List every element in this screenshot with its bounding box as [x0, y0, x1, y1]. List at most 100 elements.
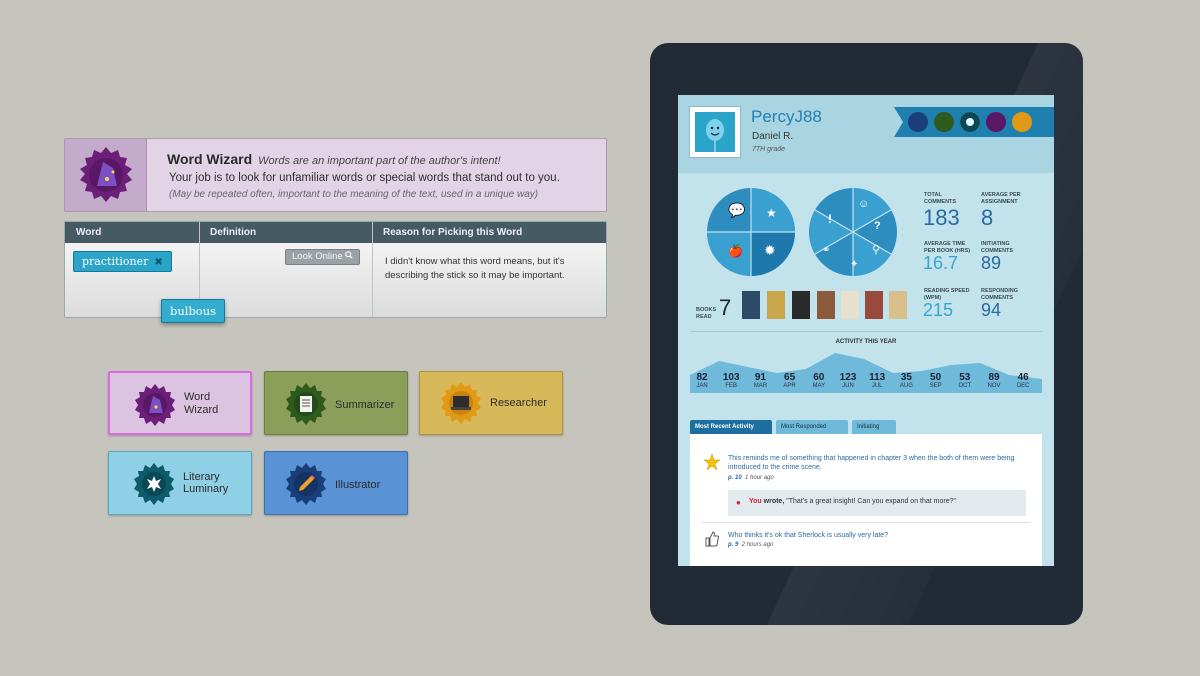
- word-wizard-card: Word Wizard Words are an important part o…: [64, 138, 607, 212]
- role-button-researcher[interactable]: Researcher: [419, 371, 563, 435]
- feed-comment-text[interactable]: This reminds me of something that happen…: [728, 454, 1018, 472]
- word-wizard-title: Word Wizard: [167, 151, 253, 167]
- document-icon[interactable]: [934, 112, 954, 132]
- avg-per-assignment-value: 8: [981, 205, 994, 230]
- laptop-icon: [441, 382, 481, 424]
- tab-initiating[interactable]: Initiating: [852, 420, 896, 434]
- look-online-label: Look Online: [292, 251, 343, 262]
- document-icon: [286, 383, 326, 425]
- word-wizard-note: (May be repeated often, important to the…: [169, 189, 539, 200]
- feed-divider: [702, 522, 1030, 523]
- section-divider: [690, 331, 1042, 332]
- book-cover[interactable]: [865, 291, 883, 319]
- reading-speed-value: 215: [923, 300, 954, 320]
- total-comments-label: TOTAL COMMENTS: [924, 192, 957, 205]
- reply-box: ● You wrote, "That's a great insight! Ca…: [728, 490, 1026, 516]
- feed-page-ref[interactable]: p. 9: [728, 542, 738, 548]
- word-chip-label: practitioner: [82, 255, 149, 268]
- student-name: Daniel R.: [752, 131, 794, 142]
- month-label: FEB: [725, 383, 738, 389]
- look-online-button[interactable]: Look Online: [285, 249, 361, 265]
- month-value: 89: [988, 372, 1000, 383]
- book-cover[interactable]: [792, 291, 810, 319]
- month-value: 53: [959, 372, 971, 383]
- svg-text:☺: ☺: [858, 198, 869, 210]
- month-label: MAY: [812, 383, 826, 389]
- book-cover[interactable]: [767, 291, 785, 319]
- avg-per-assignment-label: AVERAGE PER ASSIGNMENT: [981, 192, 1021, 205]
- word-chip-practitioner[interactable]: practitioner ✖: [73, 251, 172, 272]
- month-label: DEC: [1016, 383, 1030, 389]
- activity-title: ACTIVITY THIS YEAR: [835, 339, 897, 345]
- month-value: 65: [784, 372, 796, 383]
- activity-month: 65 APR: [777, 372, 803, 389]
- role-button-literary-luminary[interactable]: Literary Luminary: [108, 451, 252, 515]
- word-table-header: [65, 222, 606, 243]
- pencil-icon: [286, 463, 326, 505]
- word-wizard-badge-box: [65, 139, 147, 211]
- month-value: 82: [696, 372, 708, 383]
- activity-month: 53 OCT: [952, 372, 978, 389]
- book-cover[interactable]: [841, 291, 859, 319]
- word-wizard-subtitle: Words are an important part of the autho…: [258, 155, 501, 167]
- badge-ribbon: [894, 107, 1054, 137]
- total-comments-value: 183: [923, 205, 960, 230]
- comment-type-pie-chart: ☺ ? ⚲ ✦ ⚭ !: [809, 188, 897, 276]
- feed-page-ref[interactable]: p. 10: [728, 475, 742, 481]
- wizard-hat-icon: [135, 384, 175, 426]
- remove-icon[interactable]: ✖: [154, 257, 162, 268]
- pencil-icon[interactable]: [908, 112, 928, 132]
- reply-author: You: [749, 498, 762, 505]
- role-label-line1: Word: [184, 391, 211, 403]
- tab-most-recent-activity[interactable]: Most Recent Activity: [690, 420, 772, 434]
- activity-month: 60 MAY: [806, 372, 832, 389]
- activity-month: 103 FEB: [718, 372, 744, 389]
- avatar[interactable]: [689, 106, 741, 158]
- starburst-icon[interactable]: [960, 112, 980, 132]
- apple-icon: ●: [736, 498, 741, 507]
- month-value: 35: [900, 372, 912, 383]
- books-read-value: 7: [719, 295, 732, 320]
- avg-time-value: 16.7: [923, 253, 959, 273]
- svg-text:!: !: [828, 212, 832, 226]
- activity-feed: This reminds me of something that happen…: [690, 434, 1042, 566]
- laptop-icon[interactable]: [1012, 112, 1032, 132]
- svg-text:✹: ✹: [764, 243, 776, 259]
- reason-text[interactable]: I didn't know what this word means, but …: [385, 255, 595, 283]
- book-cover[interactable]: [817, 291, 835, 319]
- wizard-hat-icon[interactable]: [986, 112, 1006, 132]
- month-label: APR: [783, 383, 796, 389]
- responding-value: 94: [981, 300, 1002, 320]
- activity-month: 113 JUL: [864, 372, 890, 389]
- tab-most-responded[interactable]: Most Responded: [776, 420, 848, 434]
- activity-month: 123 JUN: [835, 372, 861, 389]
- month-value: 113: [869, 372, 886, 383]
- month-label: SEP: [929, 383, 942, 389]
- role-button-word-wizard[interactable]: Word Wizard: [108, 371, 252, 435]
- role-pie-chart: 💬 ★ 🍎 ✹: [707, 188, 795, 276]
- role-label-line1: Literary: [183, 471, 220, 483]
- role-label-line2: Wizard: [184, 404, 219, 416]
- feed-timestamp: 1 hour ago: [745, 475, 774, 481]
- initiating-value: 89: [981, 253, 1002, 273]
- word-table: Word Definition Reason for Picking this …: [64, 221, 607, 323]
- starburst-icon: [134, 463, 174, 505]
- search-icon: [345, 251, 353, 259]
- book-cover[interactable]: [742, 291, 760, 319]
- role-label: Researcher: [490, 397, 547, 409]
- role-button-illustrator[interactable]: Illustrator: [264, 451, 408, 515]
- role-button-summarizer[interactable]: Summarizer: [264, 371, 408, 435]
- svg-text:?: ?: [874, 220, 881, 232]
- month-label: AUG: [899, 383, 913, 389]
- month-value: 60: [813, 372, 825, 383]
- grade-label: 7TH grade: [752, 146, 786, 153]
- word-wizard-instruction: Your job is to look for unfamiliar words…: [169, 172, 560, 184]
- wizard-hat-icon: [80, 147, 132, 202]
- month-label: JAN: [696, 383, 708, 389]
- feed-comment-text[interactable]: Who thinks it's ok that Sherlock is usua…: [728, 531, 1018, 540]
- book-cover[interactable]: [889, 291, 907, 319]
- svg-text:✦: ✦: [850, 259, 858, 270]
- month-label: JUL: [871, 383, 883, 389]
- dragged-word-chip-bulbous[interactable]: bulbous: [161, 299, 226, 323]
- reply-text: "That's a great insight! Can you expand …: [786, 498, 956, 505]
